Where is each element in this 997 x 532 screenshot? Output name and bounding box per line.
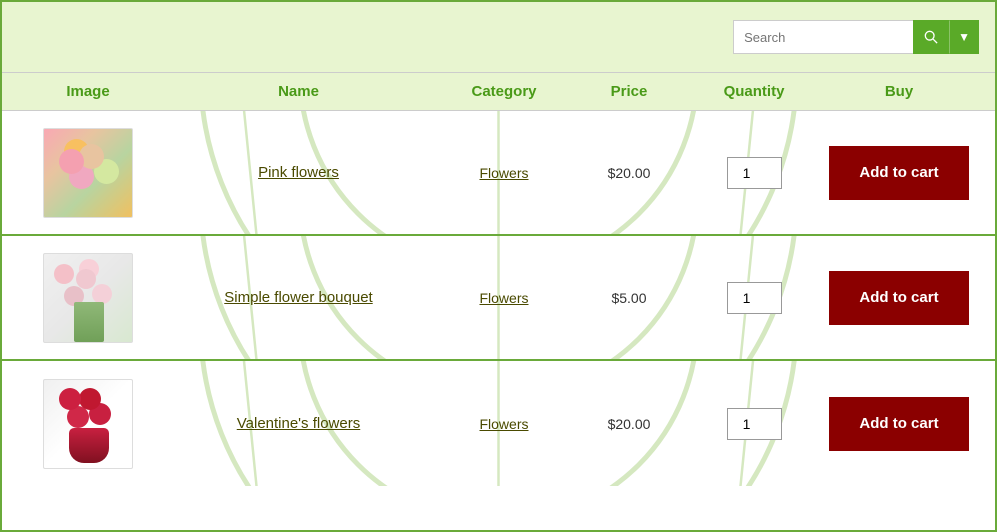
table-row: Pink flowers Flowers $20.00 Add to cart: [2, 111, 995, 236]
product-category-link[interactable]: Flowers: [479, 290, 528, 306]
product-name-link[interactable]: Valentine's flowers: [237, 415, 360, 432]
product-price-cell: $20.00: [569, 416, 689, 432]
search-dropdown-button[interactable]: ▼: [949, 20, 979, 54]
product-image-cell: [18, 379, 158, 469]
search-button[interactable]: [913, 20, 949, 54]
product-table: Pink flowers Flowers $20.00 Add to cart …: [2, 111, 995, 486]
quantity-input[interactable]: [727, 408, 782, 440]
product-image: [43, 128, 133, 218]
col-header-quantity: Quantity: [689, 83, 819, 100]
col-header-name: Name: [158, 83, 439, 100]
add-to-cart-button[interactable]: Add to cart: [829, 397, 969, 451]
product-image: [43, 253, 133, 343]
product-category-cell: Flowers: [439, 416, 569, 432]
product-buy-cell: Add to cart: [819, 146, 979, 200]
col-header-image: Image: [18, 83, 158, 100]
product-name-link[interactable]: Pink flowers: [258, 164, 339, 181]
search-wrapper: ▼: [733, 20, 979, 54]
col-header-price: Price: [569, 83, 689, 100]
col-header-buy: Buy: [819, 83, 979, 100]
column-headers: Image Name Category Price Quantity Buy: [2, 72, 995, 111]
search-input[interactable]: [733, 20, 913, 54]
product-name-cell: Simple flower bouquet: [158, 289, 439, 306]
product-price-cell: $20.00: [569, 165, 689, 181]
product-buy-cell: Add to cart: [819, 271, 979, 325]
add-to-cart-button[interactable]: Add to cart: [829, 146, 969, 200]
product-category-link[interactable]: Flowers: [479, 416, 528, 432]
product-quantity-cell: [689, 282, 819, 314]
col-header-category: Category: [439, 83, 569, 100]
product-image-cell: [18, 128, 158, 218]
product-buy-cell: Add to cart: [819, 397, 979, 451]
quantity-input[interactable]: [727, 157, 782, 189]
table-row: Simple flower bouquet Flowers $5.00 Add …: [2, 236, 995, 361]
quantity-input[interactable]: [727, 282, 782, 314]
product-name-link[interactable]: Simple flower bouquet: [224, 289, 372, 306]
product-category-cell: Flowers: [439, 290, 569, 306]
product-price: $20.00: [608, 416, 651, 432]
product-quantity-cell: [689, 157, 819, 189]
product-name-cell: Pink flowers: [158, 164, 439, 181]
add-to-cart-button[interactable]: Add to cart: [829, 271, 969, 325]
table-row: Valentine's flowers Flowers $20.00 Add t…: [2, 361, 995, 486]
header: ▼: [2, 2, 995, 72]
search-icon: [924, 30, 938, 44]
product-price: $20.00: [608, 165, 651, 181]
product-name-cell: Valentine's flowers: [158, 415, 439, 432]
product-image-cell: [18, 253, 158, 343]
product-category-cell: Flowers: [439, 165, 569, 181]
product-image: [43, 379, 133, 469]
product-quantity-cell: [689, 408, 819, 440]
product-category-link[interactable]: Flowers: [479, 165, 528, 181]
product-price: $5.00: [611, 290, 646, 306]
product-price-cell: $5.00: [569, 290, 689, 306]
